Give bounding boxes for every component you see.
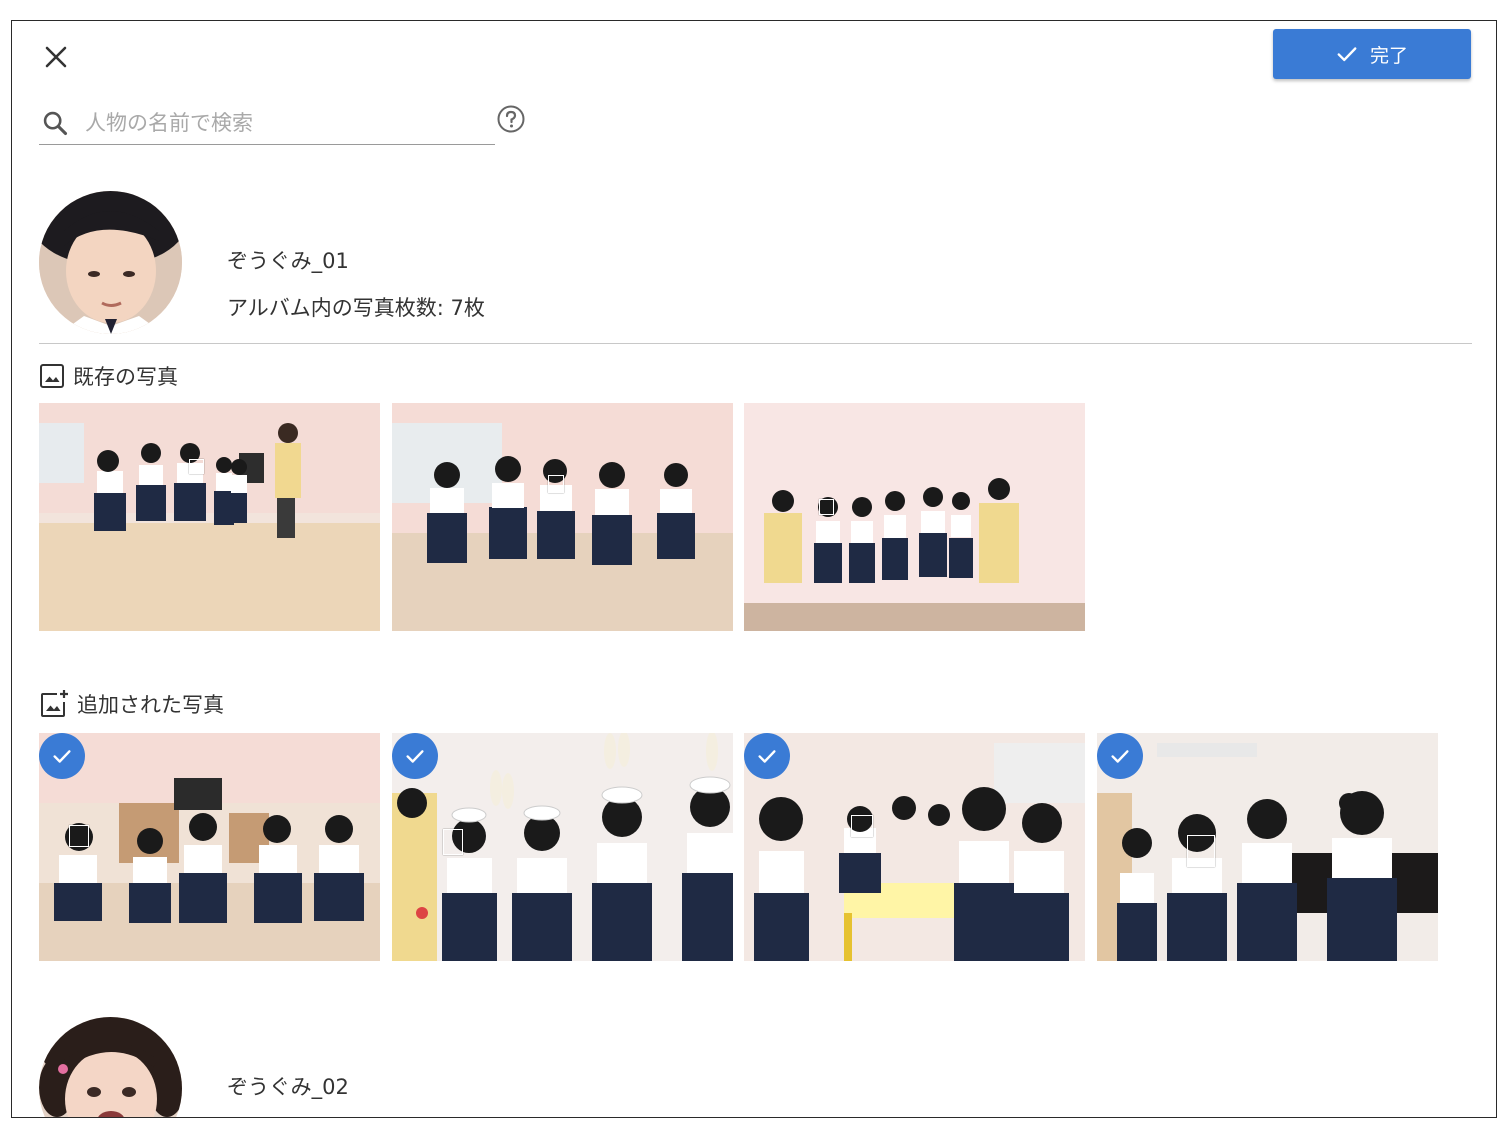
check-icon [1337, 47, 1357, 62]
person-entry: ぞうぐみ_02 [39, 1017, 1472, 1117]
person-name: ぞうぐみ_02 [227, 1075, 349, 1099]
search-input[interactable] [85, 110, 465, 135]
add-photo-icon [41, 690, 68, 717]
check-icon [758, 750, 776, 763]
person-name: ぞうぐみ_01 [227, 249, 349, 273]
section-added-photos: 追加された写真 [39, 689, 224, 719]
done-button-label: 完了 [1369, 44, 1408, 67]
face-detection-box [819, 499, 834, 515]
selected-check-badge[interactable] [39, 733, 85, 779]
check-icon [53, 750, 71, 763]
person-entry: ぞうぐみ_01 アルバム内の写真枚数: 7枚 [39, 191, 1472, 336]
close-button[interactable] [42, 43, 70, 71]
avatar[interactable] [39, 1017, 182, 1117]
section-title: 既存の写真 [73, 365, 178, 389]
done-button[interactable]: 完了 [1273, 29, 1471, 79]
check-icon [1111, 750, 1129, 763]
photo-thumbnail[interactable] [39, 733, 380, 961]
section-existing-photos: 既存の写真 [39, 361, 178, 391]
photo-thumbnail[interactable] [392, 403, 733, 631]
close-icon [45, 46, 67, 68]
face-detection-box [189, 459, 204, 474]
section-title: 追加された写真 [77, 693, 224, 717]
photo-thumbnail[interactable] [392, 733, 733, 961]
selected-check-badge[interactable] [392, 733, 438, 779]
face-detection-box [851, 815, 873, 837]
search-icon [41, 108, 71, 138]
face-detection-box [443, 829, 463, 855]
photo-thumbnail[interactable] [744, 733, 1085, 961]
selected-check-badge[interactable] [744, 733, 790, 779]
help-icon [497, 105, 525, 133]
photo-count: アルバム内の写真枚数: 7枚 [227, 296, 485, 320]
image-icon [40, 364, 64, 388]
avatar[interactable] [39, 191, 182, 334]
check-icon [406, 750, 424, 763]
photo-thumbnail[interactable] [744, 403, 1085, 631]
photo-thumbnail[interactable] [39, 403, 380, 631]
divider [39, 343, 1472, 344]
face-detection-box [69, 825, 89, 847]
people-editor-panel: 完了 人物の名前で検索 ぞうぐみ_01 アルバム内の写真枚数: 7枚 既存の写真… [11, 20, 1497, 1118]
face-detection-box [548, 475, 564, 493]
face-detection-box [1187, 835, 1215, 867]
help-button[interactable] [496, 104, 526, 134]
photo-thumbnail[interactable] [1097, 733, 1438, 961]
search-bar [39, 101, 495, 145]
selected-check-badge[interactable] [1097, 733, 1143, 779]
